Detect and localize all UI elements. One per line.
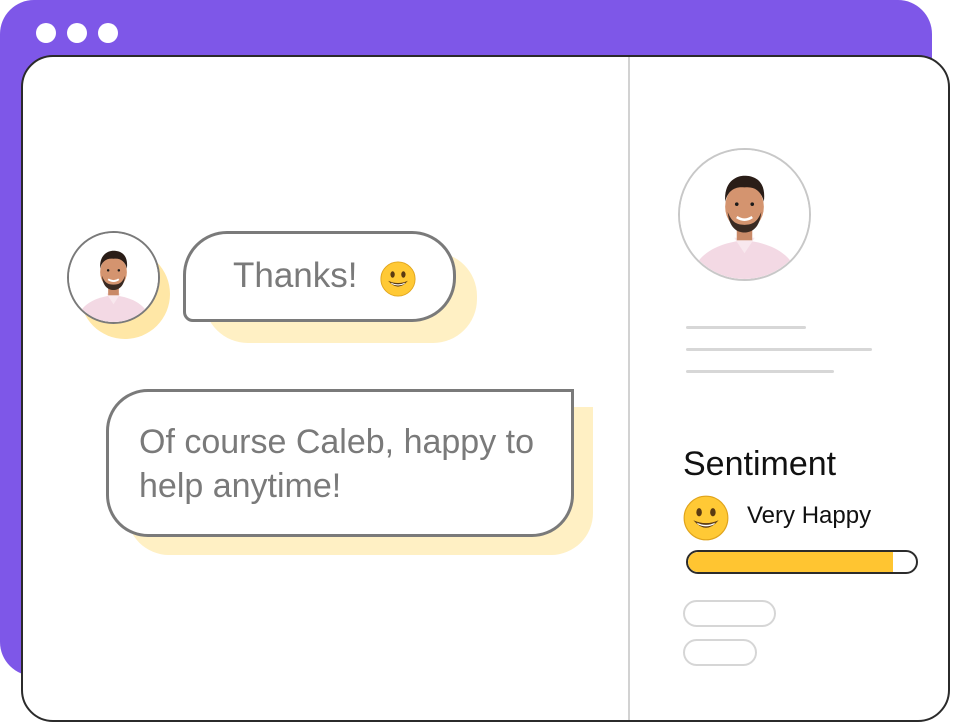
- placeholder-line: [686, 326, 806, 329]
- sentiment-label: Very Happy: [747, 502, 872, 529]
- message-text: Thanks!: [233, 256, 358, 295]
- window-control-dot[interactable]: [67, 23, 87, 43]
- sentiment-progress-bar: [686, 550, 918, 574]
- window-control-dot[interactable]: [36, 23, 56, 43]
- panel-divider: [628, 57, 630, 720]
- tag-pill[interactable]: [683, 639, 757, 666]
- message-text: Of course Caleb, happy to help anytime!: [139, 423, 535, 505]
- window-control-dot[interactable]: [98, 23, 118, 43]
- customer-message-bubble: Thanks!: [183, 231, 456, 322]
- customer-profile-avatar: [678, 148, 811, 281]
- sentiment-title: Sentiment: [683, 445, 837, 483]
- grinning-face-emoji-icon: [683, 495, 729, 541]
- tag-pill[interactable]: [683, 600, 776, 627]
- agent-message-bubble: Of course Caleb, happy to help anytime!: [106, 389, 574, 537]
- placeholder-line: [686, 370, 834, 373]
- smiling-face-emoji-icon: [380, 261, 416, 297]
- sentiment-progress-fill: [688, 552, 894, 572]
- placeholder-line: [686, 348, 872, 351]
- customer-chat-avatar: [67, 231, 160, 324]
- app-window: Thanks! Of course Caleb, happy to help a…: [21, 55, 950, 722]
